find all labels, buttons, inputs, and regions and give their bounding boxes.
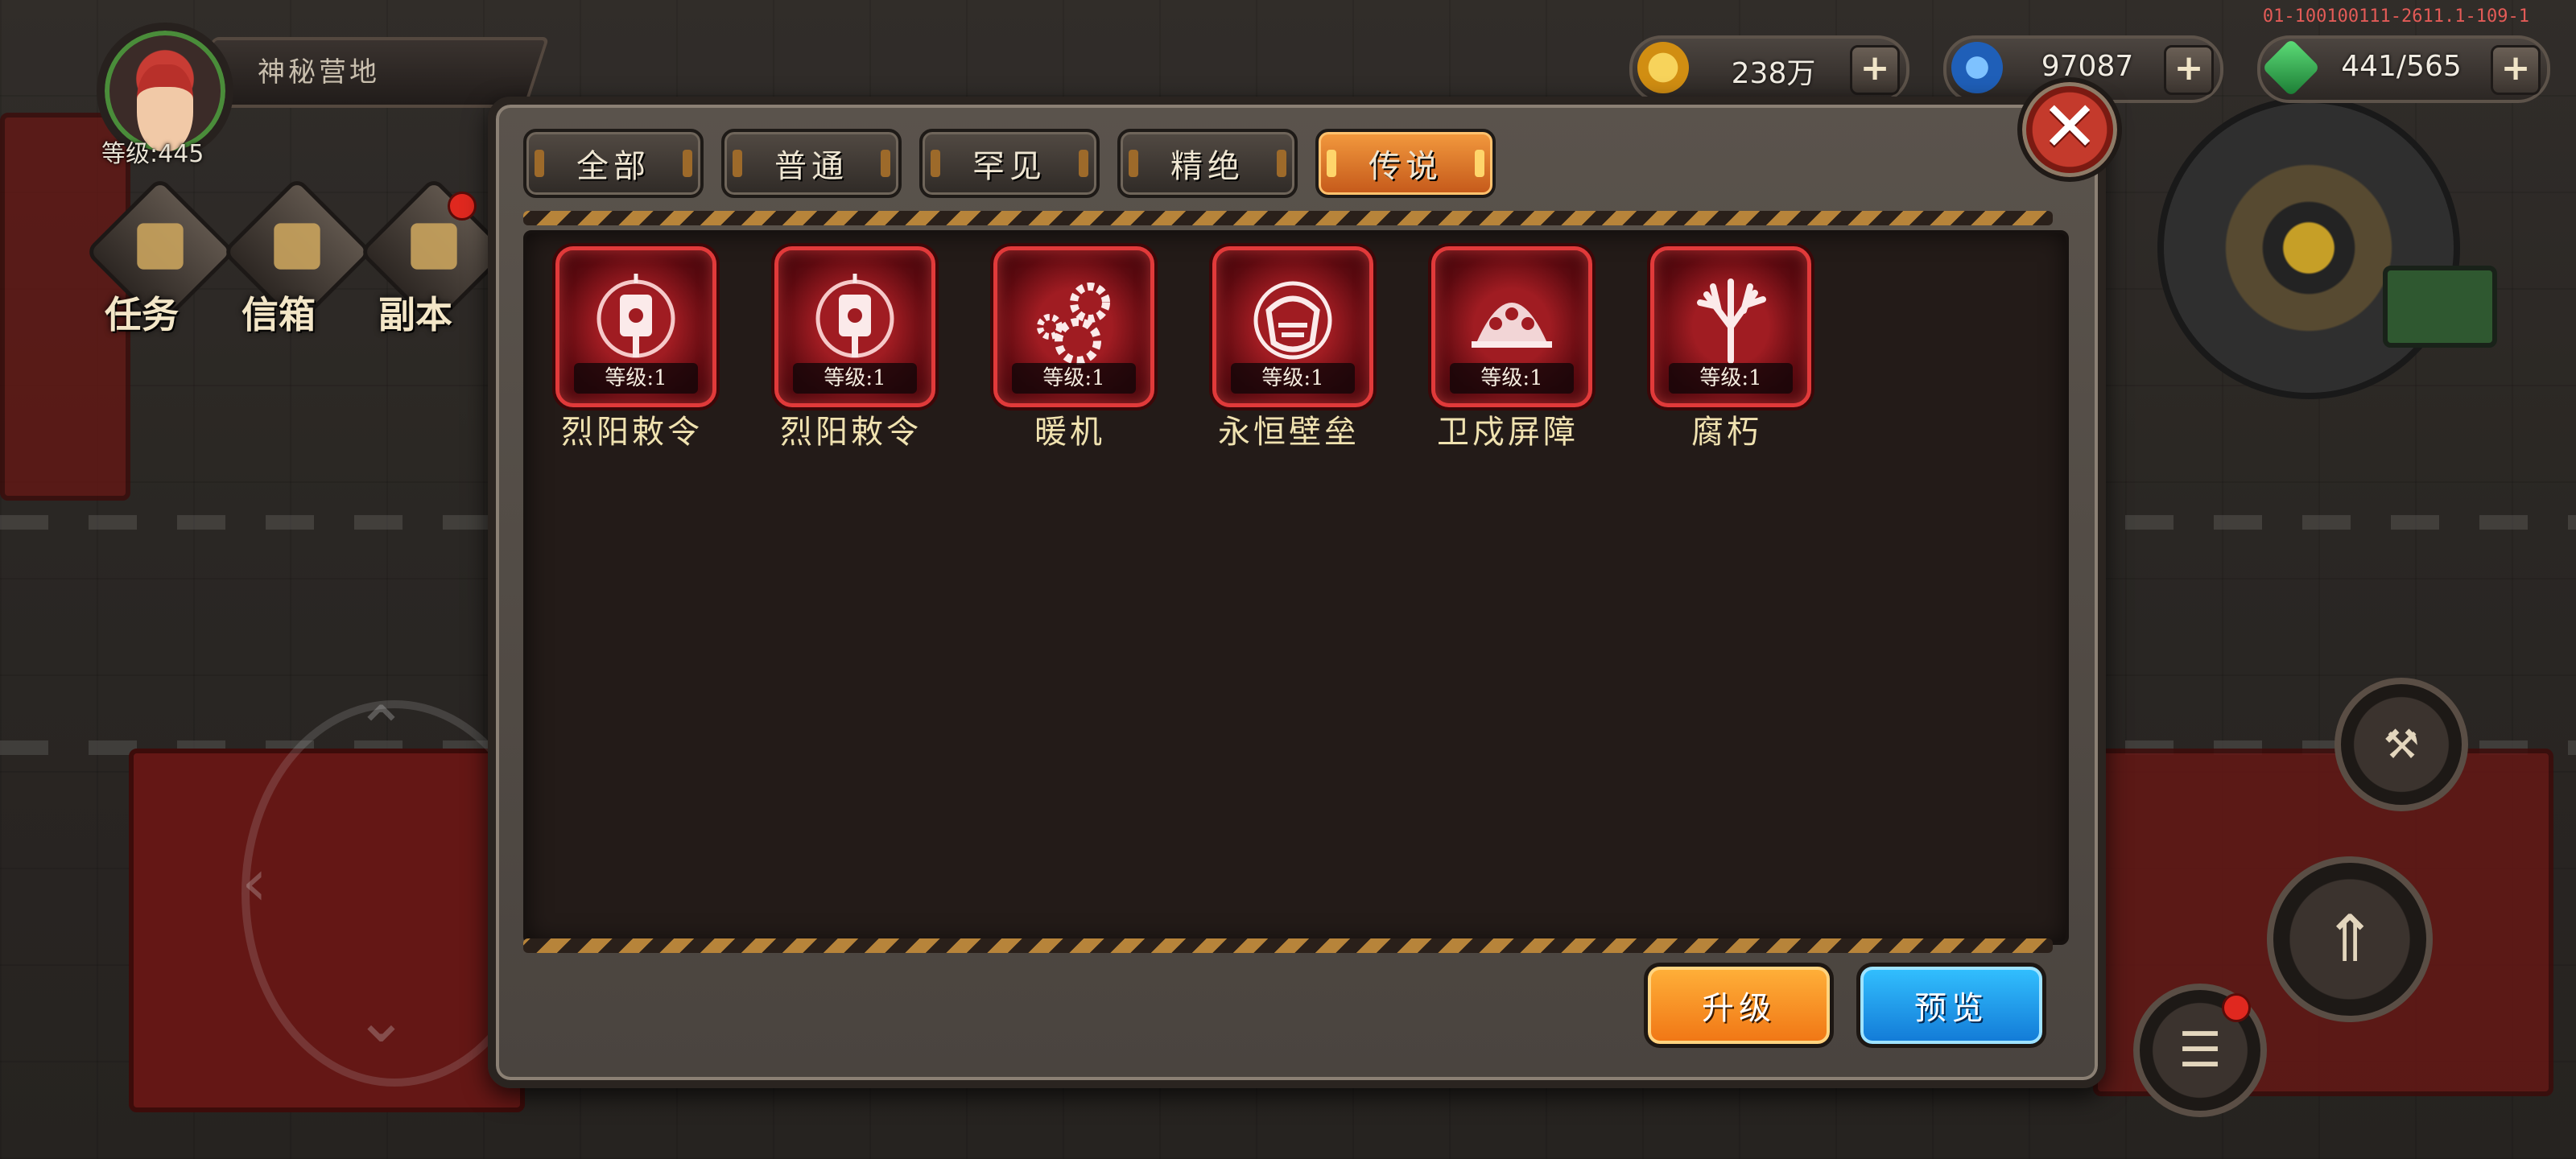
rarity-tabs: 全部 普通 罕见 精绝 传说 (523, 129, 1496, 198)
tab-label: 精绝 (1170, 148, 1245, 185)
gem-value: 97087 (2041, 50, 2134, 83)
hazard-stripe-bottom (523, 938, 2053, 953)
close-button[interactable]: ✕ (2017, 77, 2122, 182)
energy-value: 441/565 (2341, 50, 2462, 83)
location-name: 神秘营地 (258, 56, 380, 89)
skill-item[interactable]: 等级:1 永恒壁垒 (1212, 246, 1373, 456)
item-level: 等级:1 (1669, 363, 1793, 394)
item-name: 卫戍屏障 (1437, 414, 1579, 451)
barrier-sphere-icon (1472, 303, 1552, 348)
level-up-button[interactable]: ⇑ (2267, 856, 2433, 1022)
upgrade-label: 升级 (1702, 990, 1776, 1027)
item-name: 烈阳敕令 (561, 414, 703, 451)
skill-item[interactable]: 等级:1 烈阳敕令 (555, 246, 716, 456)
preview-button[interactable]: 预览 (1856, 963, 2046, 1048)
withered-tree-icon (1697, 278, 1766, 364)
tab-common[interactable]: 普通 (721, 129, 902, 198)
gold-value: 238万 (1731, 57, 1816, 90)
chevron-up-icon: ⇑ (2322, 901, 2377, 976)
scroll-icon (137, 223, 184, 270)
add-gem-button[interactable]: + (2164, 45, 2214, 95)
item-level: 等级:1 (793, 363, 917, 394)
skill-item[interactable]: 等级:1 卫戍屏障 (1431, 246, 1592, 456)
item-frame: 等级:1 (555, 246, 716, 407)
gears-icon (1037, 283, 1110, 365)
build-id: 01-100100111-2611.1-109-1 (2262, 6, 2529, 27)
tab-label: 全部 (576, 148, 650, 185)
item-frame: 等级:1 (774, 246, 935, 407)
tab-label: 普通 (774, 148, 848, 185)
upgrade-button[interactable]: 升级 (1644, 963, 1834, 1048)
item-level: 等级:1 (1231, 363, 1355, 394)
tab-label: 传说 (1368, 148, 1443, 185)
hazard-stripe-top (523, 211, 2053, 225)
tab-all[interactable]: 全部 (523, 129, 704, 198)
skill-item[interactable]: 等级:1 腐朽 (1650, 246, 1811, 456)
mailbox-label: 信箱 (242, 293, 316, 336)
energy-resource-bar: 441/565 + (2257, 35, 2550, 103)
up-arrow-icon: ⌃ (354, 692, 409, 767)
add-gold-button[interactable]: + (1850, 45, 1900, 95)
preview-label: 预览 (1914, 990, 1988, 1027)
list-icon: ☰ (2178, 1022, 2222, 1079)
gold-resource-bar: 238万 + (1629, 35, 1909, 103)
notification-dot (448, 192, 477, 221)
game-screen: 神秘营地 等级:445 任务 信箱 副本 01-100100111-2611.1… (0, 0, 2576, 1159)
item-frame: 等级:1 (993, 246, 1154, 407)
player-level: 等级:445 (101, 140, 204, 168)
close-icon: ✕ (2040, 87, 2099, 167)
blue-gem-icon (1951, 42, 2003, 93)
item-frame: 等级:1 (1650, 246, 1811, 407)
shield-dome-icon (1253, 281, 1332, 360)
notification-dot (2222, 993, 2251, 1022)
quest-label: 任务 (105, 293, 179, 336)
item-name: 暖机 (1034, 414, 1105, 451)
dungeon-label: 副本 (378, 293, 452, 336)
item-name: 烈阳敕令 (780, 414, 922, 451)
item-name: 腐朽 (1691, 414, 1762, 451)
item-name: 永恒壁垒 (1218, 414, 1360, 451)
mailbox-icon (274, 223, 320, 270)
item-frame: 等级:1 (1431, 246, 1592, 407)
green-energy-icon (2261, 38, 2321, 97)
skill-item[interactable]: 等级:1 烈阳敕令 (774, 246, 935, 456)
wings-icon (411, 223, 457, 270)
item-level: 等级:1 (1012, 363, 1136, 394)
left-arrow-icon: ‹ (242, 845, 267, 920)
trowel-icon: ⚒ (2383, 721, 2420, 768)
build-tools-button[interactable]: ⚒ (2334, 678, 2468, 811)
add-energy-button[interactable]: + (2491, 45, 2541, 95)
item-level: 等级:1 (1450, 363, 1574, 394)
tab-rare[interactable]: 罕见 (919, 129, 1100, 198)
lantern-seal-icon (815, 274, 894, 358)
tab-label: 罕见 (972, 148, 1046, 185)
gold-coin-icon (1637, 42, 1689, 93)
tab-epic[interactable]: 精绝 (1117, 129, 1298, 198)
item-frame: 等级:1 (1212, 246, 1373, 407)
tab-legendary[interactable]: 传说 (1315, 129, 1496, 198)
item-level: 等级:1 (574, 363, 698, 394)
down-arrow-icon: ⌄ (354, 982, 409, 1057)
lantern-seal-icon (597, 274, 675, 358)
skill-item[interactable]: 等级:1 暖机 (993, 246, 1154, 456)
